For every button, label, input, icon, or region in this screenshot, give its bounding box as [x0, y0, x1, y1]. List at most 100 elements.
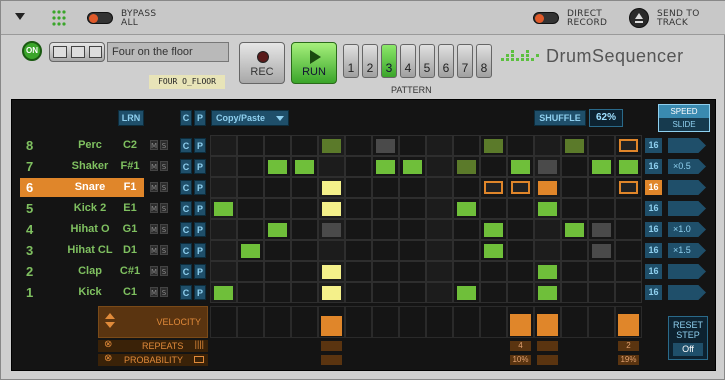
step-cell[interactable] — [480, 156, 507, 177]
step-count[interactable]: 16 — [645, 159, 662, 174]
step-cell[interactable] — [561, 177, 588, 198]
row-rate-arrow[interactable] — [668, 201, 706, 216]
track-row-header[interactable]: 7 Shaker F#1 — [20, 157, 144, 176]
step-cell[interactable] — [480, 135, 507, 156]
pattern-button-7[interactable]: 7 — [457, 44, 473, 78]
step-cell[interactable] — [291, 177, 318, 198]
step-cell[interactable] — [561, 198, 588, 219]
step-cell[interactable] — [237, 135, 264, 156]
step-cell[interactable] — [345, 261, 372, 282]
step-cell[interactable] — [291, 261, 318, 282]
step-cell[interactable] — [480, 219, 507, 240]
step-count[interactable]: 16 — [645, 285, 662, 300]
step-cell[interactable] — [615, 282, 642, 303]
step-cell[interactable] — [318, 282, 345, 303]
solo-button[interactable]: S — [160, 266, 168, 276]
velocity-step[interactable] — [426, 306, 453, 338]
velocity-step[interactable] — [264, 306, 291, 338]
step-cell[interactable] — [264, 198, 291, 219]
step-cell[interactable] — [318, 198, 345, 219]
copy-row-button[interactable]: C — [180, 264, 192, 279]
track-row-header[interactable]: 1 Kick C1 — [20, 283, 144, 302]
step-cell[interactable] — [291, 240, 318, 261]
step-cell[interactable] — [399, 261, 426, 282]
step-cell[interactable] — [345, 177, 372, 198]
step-cell[interactable] — [480, 282, 507, 303]
up-down-arrows-icon[interactable] — [105, 313, 115, 328]
step-cell[interactable] — [210, 261, 237, 282]
step-cell[interactable] — [453, 282, 480, 303]
paste-row-button[interactable]: P — [194, 180, 206, 195]
step-cell[interactable] — [453, 219, 480, 240]
row-rate-arrow[interactable] — [668, 285, 706, 300]
solo-button[interactable]: S — [160, 182, 168, 192]
step-cell[interactable] — [291, 219, 318, 240]
solo-button[interactable]: S — [160, 140, 168, 150]
step-cell[interactable] — [264, 177, 291, 198]
step-cell[interactable] — [318, 261, 345, 282]
step-cell[interactable] — [264, 261, 291, 282]
step-cell[interactable] — [372, 219, 399, 240]
track-row-header[interactable]: 8 Perc C2 — [20, 136, 144, 155]
step-cell[interactable] — [507, 282, 534, 303]
step-cell[interactable] — [453, 261, 480, 282]
copy-row-button[interactable]: C — [180, 159, 192, 174]
close-x-icon[interactable]: ⊗ — [104, 353, 112, 364]
step-cell[interactable] — [561, 156, 588, 177]
step-cell[interactable] — [588, 219, 615, 240]
step-cell[interactable] — [372, 240, 399, 261]
solo-button[interactable]: S — [160, 245, 168, 255]
learn-button[interactable]: LRN — [118, 110, 144, 126]
step-cell[interactable] — [264, 156, 291, 177]
copy-row-button[interactable]: C — [180, 222, 192, 237]
reset-step-button[interactable]: RESET STEP Off — [668, 316, 708, 360]
step-cell[interactable] — [210, 282, 237, 303]
track-row-header[interactable]: 6 Snare F1 — [20, 178, 144, 197]
step-cell[interactable] — [399, 177, 426, 198]
step-cell[interactable] — [291, 156, 318, 177]
speed-slide-toggle[interactable]: SPEED SLIDE — [658, 104, 710, 132]
step-count[interactable]: 16 — [645, 201, 662, 216]
probability-step[interactable] — [321, 355, 342, 365]
copy-row-button[interactable]: C — [180, 138, 192, 153]
step-cell[interactable] — [615, 240, 642, 261]
step-cell[interactable] — [318, 177, 345, 198]
mute-button[interactable]: M — [150, 182, 158, 192]
solo-button[interactable]: S — [160, 203, 168, 213]
track-row-header[interactable]: 2 Clap C#1 — [20, 262, 144, 281]
step-cell[interactable] — [615, 177, 642, 198]
step-cell[interactable] — [318, 156, 345, 177]
step-cell[interactable] — [534, 282, 561, 303]
solo-button[interactable]: S — [160, 224, 168, 234]
step-cell[interactable] — [480, 261, 507, 282]
step-cell[interactable] — [399, 135, 426, 156]
step-cell[interactable] — [372, 282, 399, 303]
step-cell[interactable] — [507, 261, 534, 282]
step-cell[interactable] — [426, 177, 453, 198]
step-cell[interactable] — [615, 261, 642, 282]
step-cell[interactable] — [615, 156, 642, 177]
fold-arrow-icon[interactable] — [15, 13, 25, 20]
solo-button[interactable]: S — [160, 161, 168, 171]
copy-row-button[interactable]: C — [180, 243, 192, 258]
step-cell[interactable] — [615, 135, 642, 156]
step-cell[interactable] — [561, 240, 588, 261]
velocity-step[interactable] — [561, 306, 588, 338]
step-cell[interactable] — [318, 240, 345, 261]
step-cell[interactable] — [237, 219, 264, 240]
step-cell[interactable] — [534, 219, 561, 240]
step-cell[interactable] — [210, 198, 237, 219]
step-cell[interactable] — [426, 240, 453, 261]
step-cell[interactable] — [399, 219, 426, 240]
paste-row-button[interactable]: P — [194, 285, 206, 300]
copy-all-button[interactable]: C — [180, 110, 192, 126]
step-cell[interactable] — [588, 177, 615, 198]
pattern-button-8[interactable]: 8 — [476, 44, 492, 78]
step-cell[interactable] — [210, 156, 237, 177]
step-cell[interactable] — [588, 261, 615, 282]
pattern-button-5[interactable]: 5 — [419, 44, 435, 78]
paste-row-button[interactable]: P — [194, 201, 206, 216]
repeat-step[interactable] — [321, 341, 342, 351]
step-cell[interactable] — [345, 198, 372, 219]
rec-button[interactable]: REC — [239, 42, 285, 84]
